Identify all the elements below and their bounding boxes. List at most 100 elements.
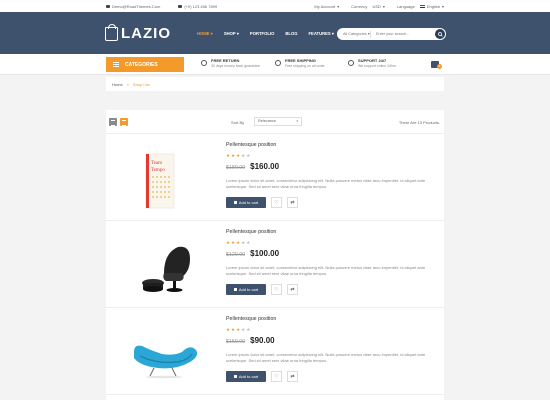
breadcrumb: Home » Shop List	[106, 77, 444, 91]
nav-features[interactable]: FEATURES ▾	[308, 31, 334, 36]
star-icon: ★	[236, 327, 241, 332]
search-category-select[interactable]: All Categories ▾	[337, 30, 371, 38]
service-free-shipping: FREE SHIPPING Free shipping on all order	[275, 58, 325, 68]
product-name[interactable]: Pellentesque position	[226, 229, 436, 235]
currency-label: Currency	[351, 4, 368, 9]
language-label: Language	[396, 4, 415, 9]
heart-icon: ♡	[274, 199, 279, 206]
main-nav: HOME ▾ SHOP ▾ PORTFOLIO BLOG FEATURES ▾	[197, 31, 334, 36]
rating-stars: ★ ★ ★ ★ ★	[226, 153, 436, 159]
sort-value: Relevance	[258, 119, 276, 123]
compare-button[interactable]: ⇄	[287, 284, 298, 295]
service-title: SUPPORT 24/7	[358, 58, 387, 63]
search-category-value: All Categories	[343, 31, 367, 36]
nav-home-label: HOME	[197, 31, 210, 36]
product-description: Lorem ipsum dolor sit amet, consectetur …	[226, 352, 426, 363]
star-icon: ★	[231, 327, 236, 332]
sort-label: Sort By	[231, 120, 245, 125]
email-text: Demo@RoadThemes.Com	[112, 4, 161, 9]
product-name[interactable]: Pellentesque position	[226, 316, 436, 322]
product-info: Pellentesque position ★ ★ ★ ★ ★ $150.00 $90.…	[226, 316, 436, 382]
my-account-label: My Account	[314, 4, 336, 9]
service-bar: CATEGORIES FREE RETURN 30 days money back…	[0, 54, 550, 75]
language-selector[interactable]: Language English ▾	[397, 4, 444, 9]
mail-icon	[106, 5, 110, 8]
cart-icon	[233, 375, 237, 378]
chevron-down-icon: ▾	[236, 31, 239, 36]
star-icon: ★	[226, 153, 231, 158]
star-icon: ★	[226, 240, 231, 245]
search-input[interactable]: Enter your search...	[371, 32, 435, 36]
product-actions: Add to cart ♡ ⇄	[226, 371, 436, 382]
add-to-cart-button[interactable]: Add to cart	[226, 197, 266, 208]
product-name[interactable]: Pellentesque position	[226, 142, 436, 148]
language-value: English	[426, 4, 440, 9]
star-icon: ★	[241, 153, 246, 158]
star-icon: ★	[236, 153, 241, 158]
product-item: Team Tempo Pellentesque position ★ ★ ★ ★ ★ $…	[106, 134, 444, 221]
chevron-down-icon: ▾	[367, 31, 370, 36]
price-row: $150.00 $90.00	[226, 336, 436, 345]
star-icon: ★	[246, 240, 251, 245]
nav-portfolio[interactable]: PORTFOLIO	[250, 31, 274, 36]
list-view-icon[interactable]	[120, 118, 128, 126]
compare-button[interactable]: ⇄	[287, 371, 298, 382]
chevron-down-icon: ▾	[210, 31, 213, 36]
cart-icon	[233, 288, 237, 291]
shopping-bag-icon	[105, 23, 118, 41]
phone-icon	[178, 5, 183, 8]
service-subtitle: We support online 24hrs	[358, 64, 396, 68]
refresh-icon: ⇄	[290, 373, 295, 380]
star-icon: ★	[231, 240, 236, 245]
product-image-lounge-chair[interactable]	[120, 320, 212, 386]
currency-selector[interactable]: Currency USD ▾	[351, 4, 385, 9]
product-list-panel: Sort By Relevance ▾ There Are 13 Products…	[106, 110, 444, 400]
logo-text: LAZIO	[121, 25, 171, 42]
service-title: FREE SHIPPING	[285, 58, 316, 63]
nav-blog[interactable]: BLOG	[285, 31, 297, 36]
book-cover-subtitle: Tempo	[151, 168, 165, 173]
email-info[interactable]: Demo@RoadThemes.Com	[106, 4, 160, 9]
star-icon: ★	[246, 153, 251, 158]
add-to-cart-button[interactable]: Add to cart	[226, 284, 266, 295]
product-info: Pellentesque position ★ ★ ★ ★ ★ $180.00 $160…	[226, 142, 436, 208]
search-button[interactable]	[435, 29, 445, 39]
compare-button[interactable]: ⇄	[287, 197, 298, 208]
service-subtitle: 30 days money back guarantee	[211, 64, 260, 68]
return-icon	[201, 60, 207, 66]
cart-button[interactable]: 0	[431, 59, 442, 69]
current-price: $160.00	[250, 162, 280, 171]
product-image-chair[interactable]	[120, 233, 212, 299]
phone-info: (+0) 123 456 7899	[178, 4, 217, 9]
my-account-link[interactable]: My Account ▾	[314, 4, 339, 9]
wishlist-button[interactable]: ♡	[271, 197, 282, 208]
wishlist-button[interactable]: ♡	[271, 284, 282, 295]
breadcrumb-current: Shop List	[132, 81, 150, 87]
heart-icon: ♡	[274, 373, 279, 380]
flag-icon	[419, 5, 425, 8]
nav-home[interactable]: HOME ▾	[197, 31, 213, 36]
current-price: $100.00	[250, 249, 280, 258]
search-icon	[437, 31, 443, 37]
star-icon: ★	[226, 327, 231, 332]
star-icon: ★	[236, 240, 241, 245]
grid-view-icon[interactable]	[109, 118, 117, 126]
add-to-cart-button[interactable]: Add to cart	[226, 371, 266, 382]
breadcrumb-separator: »	[126, 81, 129, 87]
top-bar: Demo@RoadThemes.Com (+0) 123 456 7899 My…	[0, 0, 550, 12]
wishlist-button[interactable]: ♡	[271, 371, 282, 382]
old-price: $120.00	[226, 252, 246, 258]
categories-button[interactable]: CATEGORIES	[106, 57, 184, 72]
product-image-book[interactable]: Team Tempo	[120, 146, 212, 212]
current-price: $90.00	[250, 336, 275, 345]
star-icon: ★	[241, 327, 246, 332]
breadcrumb-home[interactable]: Home	[112, 82, 123, 87]
cart-count-badge: 0	[437, 64, 442, 69]
support-icon	[348, 60, 354, 66]
product-item: Pellentesque position ★ ★ ★ ★ ★ $150.00 $90.…	[106, 308, 444, 395]
chevron-down-icon: ▾	[382, 4, 385, 9]
nav-shop[interactable]: SHOP ▾	[224, 31, 239, 36]
site-header: LAZIO HOME ▾ SHOP ▾ PORTFOLIO BLOG FEATU…	[0, 12, 550, 54]
logo[interactable]: LAZIO	[105, 23, 171, 42]
sort-select[interactable]: Relevance ▾	[254, 117, 302, 126]
